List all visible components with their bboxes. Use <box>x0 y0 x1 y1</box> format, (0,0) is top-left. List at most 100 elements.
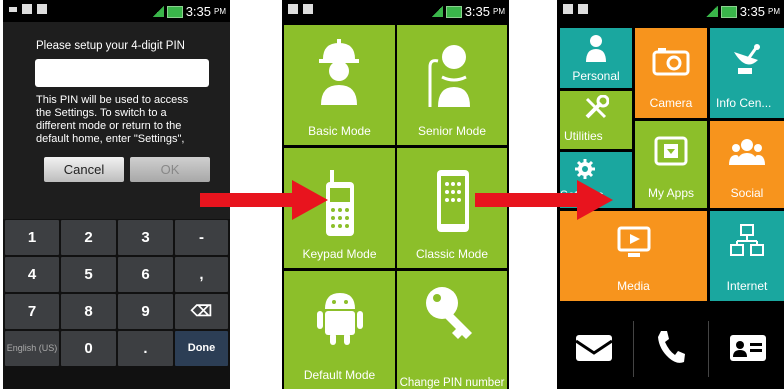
utilities-tile[interactable]: Utilities <box>560 91 632 149</box>
contact-card-icon[interactable] <box>728 333 768 363</box>
status-bar: 3:35 PM <box>3 0 230 22</box>
key-6[interactable]: 6 <box>118 257 173 292</box>
phone-icon[interactable] <box>655 329 685 365</box>
notification-icon <box>37 4 47 14</box>
battery-icon <box>445 5 462 18</box>
people-group-icon <box>729 139 765 165</box>
tools-icon <box>585 95 609 119</box>
arrow-shaft <box>475 193 585 207</box>
ok-button[interactable]: OK <box>130 157 210 182</box>
tile-label: Default Mode <box>303 368 376 382</box>
pin-title: Please setup your 4-digit PIN <box>36 40 185 52</box>
done-key[interactable]: Done <box>175 331 228 366</box>
default-mode-tile[interactable]: Default Mode <box>284 271 395 389</box>
media-tile[interactable]: Media <box>560 211 707 301</box>
arrow-head <box>577 180 613 220</box>
arrow-shaft <box>200 193 300 207</box>
tile-label: Info Cen... <box>716 96 772 110</box>
notification-icon <box>578 4 588 14</box>
camera-icon <box>652 48 690 76</box>
satellite-dish-icon <box>734 44 760 74</box>
key-4[interactable]: 4 <box>5 257 59 292</box>
signal-icon <box>151 6 164 17</box>
pin-info-line: the Settings. To switch to a <box>36 107 167 119</box>
status-time: 3:35 <box>739 4 765 19</box>
envelope-icon[interactable] <box>574 333 614 363</box>
senior-icon <box>428 45 470 107</box>
tile-label: Keypad Mode <box>302 247 377 261</box>
tile-label: Media <box>617 279 650 293</box>
image-icon <box>22 4 32 14</box>
camera-tile[interactable]: Camera <box>635 28 707 118</box>
tile-label: Social <box>730 186 764 200</box>
classic-mode-tile[interactable]: Classic Mode <box>397 148 507 268</box>
dock-divider <box>708 321 709 377</box>
key-9[interactable]: 9 <box>118 294 173 329</box>
key-1[interactable]: 1 <box>5 220 59 255</box>
numeric-keyboard: 1 2 3 - 4 5 6 , 7 8 9 ⌫ English (US) 0 .… <box>3 219 230 389</box>
status-bar: 3:35 PM <box>557 0 784 22</box>
pin-info-line: different mode or return to the <box>36 120 182 132</box>
key-5[interactable]: 5 <box>61 257 116 292</box>
personal-tile[interactable]: Personal <box>560 28 632 88</box>
backspace-key[interactable]: ⌫ <box>175 294 228 329</box>
notification-icon <box>303 4 313 14</box>
status-time: 3:35 <box>185 4 211 19</box>
tile-label: Senior Mode <box>417 124 487 138</box>
network-icon <box>730 224 764 256</box>
senior-mode-tile[interactable]: Senior Mode <box>397 25 507 145</box>
key-icon <box>426 287 472 339</box>
tile-label: Utilities <box>564 129 603 143</box>
worker-icon <box>319 39 359 105</box>
image-icon <box>288 4 298 14</box>
tile-label: Personal <box>572 69 620 83</box>
image-icon <box>563 4 573 14</box>
key-period[interactable]: . <box>118 331 173 366</box>
arrow-head <box>292 180 328 220</box>
signal-icon <box>430 6 443 17</box>
battery-icon <box>720 5 737 18</box>
tile-label: Camera <box>649 96 693 110</box>
dock-divider <box>633 321 634 377</box>
my-apps-tile[interactable]: My Apps <box>635 121 707 208</box>
status-ampm: PM <box>493 7 505 16</box>
key-8[interactable]: 8 <box>61 294 116 329</box>
status-bar: 3:35 PM <box>282 0 509 22</box>
key-3[interactable]: 3 <box>118 220 173 255</box>
tile-label: Basic Mode <box>308 124 371 138</box>
pin-info: This PIN will be used to access the Sett… <box>36 94 222 146</box>
battery-icon <box>166 5 183 18</box>
signal-icon <box>705 6 718 17</box>
status-ampm: PM <box>214 7 226 16</box>
change-pin-tile[interactable]: Change PIN number <box>397 271 507 389</box>
download-box-icon <box>654 136 688 166</box>
basic-mode-tile[interactable]: Basic Mode <box>284 25 395 145</box>
usb-icon <box>9 7 17 12</box>
key-7[interactable]: 7 <box>5 294 59 329</box>
cancel-button[interactable]: Cancel <box>44 157 124 182</box>
tile-label: My Apps <box>647 186 695 200</box>
key-2[interactable]: 2 <box>61 220 116 255</box>
pin-info-line: This PIN will be used to access <box>36 94 189 106</box>
pin-setup-screen: 3:35 PM Please setup your 4-digit PIN Th… <box>3 0 230 389</box>
pin-info-line: default home, enter "Settings", <box>36 133 185 145</box>
video-player-icon <box>617 226 651 257</box>
key-dash[interactable]: - <box>175 220 228 255</box>
key-0[interactable]: 0 <box>61 331 116 366</box>
status-ampm: PM <box>768 7 780 16</box>
pin-input[interactable] <box>35 59 209 87</box>
tile-label: Internet <box>726 279 768 293</box>
internet-tile[interactable]: Internet <box>710 211 784 301</box>
person-icon <box>586 35 606 62</box>
key-comma[interactable]: , <box>175 257 228 292</box>
dock <box>557 307 784 389</box>
social-tile[interactable]: Social <box>710 121 784 208</box>
info-center-tile[interactable]: Info Cen... <box>710 28 784 118</box>
tile-label: Change PIN number <box>399 377 505 389</box>
status-time: 3:35 <box>464 4 490 19</box>
tile-label: Classic Mode <box>415 247 489 261</box>
smartphone-icon <box>437 170 469 232</box>
gear-icon <box>575 159 595 179</box>
android-icon <box>317 293 363 345</box>
language-key[interactable]: English (US) <box>5 331 59 366</box>
